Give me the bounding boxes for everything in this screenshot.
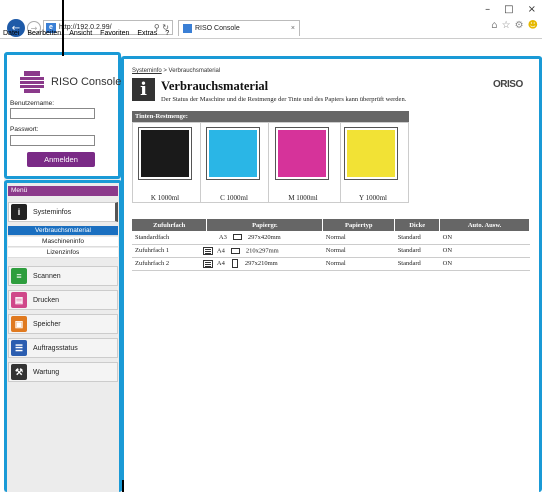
- paper-thickness: Standard: [394, 244, 440, 258]
- header-papiergr: Papiergr.: [206, 219, 324, 231]
- auto-select: ON: [439, 231, 530, 245]
- paper-type: Normal: [322, 231, 395, 245]
- table-row: Zufuhrfach 1 A4 210x297mm Normal Standard ON: [132, 244, 530, 258]
- ink-label-y: Y 1000ml: [359, 194, 387, 202]
- auto-select: ON: [439, 244, 530, 258]
- smiley-icon[interactable]: ☻: [528, 20, 538, 31]
- paper-type: Normal: [322, 244, 395, 258]
- star-icon[interactable]: ☆: [502, 20, 511, 31]
- logo-text: RISO Console: [51, 76, 122, 88]
- password-label: Passwort:: [10, 126, 39, 133]
- header-dicke: Dicke: [394, 219, 441, 231]
- window-controls: – □ ×: [485, 4, 536, 15]
- breadcrumb-link[interactable]: Systeminfo: [132, 68, 162, 74]
- header-auto-ausw: Auto. Ausw.: [439, 219, 530, 231]
- gear-icon[interactable]: ⚙: [515, 20, 524, 31]
- tray-settings-icon[interactable]: [202, 259, 213, 268]
- menu-favoriten[interactable]: Favoriten: [100, 30, 129, 39]
- ink-label-k: K 1000ml: [150, 194, 180, 202]
- ink-header: Tinten-Restmenge:: [132, 111, 409, 122]
- menu-ansicht[interactable]: Ansicht: [69, 30, 92, 39]
- menu-bearbeiten[interactable]: Bearbeiten: [27, 30, 61, 39]
- tab-title: RISO Console: [195, 25, 240, 32]
- paper-orientation-icon: [231, 259, 238, 268]
- ink-swatch-k: [138, 127, 192, 180]
- paper-dims: 297x210mm: [244, 259, 278, 267]
- toolbar-icons: ⌂ ☆ ⚙ ☻: [491, 20, 538, 31]
- paper-type: Normal: [322, 257, 395, 271]
- riso-brand-logo: ORISO: [493, 79, 523, 90]
- paper-tray-table: Zufuhrfach Papiergr. Papiertyp Dicke Aut…: [132, 219, 530, 271]
- username-field[interactable]: [10, 108, 95, 119]
- tray-name-cell: Zufuhrfach 2: [132, 257, 207, 271]
- sidebar-highlight-frame: [4, 180, 122, 492]
- ink-swatch-m: [275, 127, 329, 180]
- ink-fill-k: [141, 130, 189, 177]
- username-label: Benutzername:: [10, 100, 55, 107]
- menu-extras[interactable]: Extras: [137, 30, 157, 39]
- header-zufuhrfach: Zufuhrfach: [132, 219, 208, 231]
- breadcrumb: Systeminfo > Verbrauchsmaterial: [132, 68, 220, 74]
- table-header-row: Zufuhrfach Papiergr. Papiertyp Dicke Aut…: [132, 219, 530, 231]
- tray-name-cell: Zufuhrfach 1: [132, 244, 207, 258]
- paper-dims: 297x420mm: [247, 233, 281, 241]
- paper-thickness: Standard: [394, 231, 440, 245]
- ink-label-m: M 1000ml: [288, 194, 318, 202]
- password-field[interactable]: [10, 135, 95, 146]
- paper-size-cell: A4 210x297mm: [202, 244, 323, 258]
- paper-size: A3: [218, 233, 227, 241]
- tray-name: Zufuhrfach 1: [135, 247, 170, 254]
- maximize-icon[interactable]: □: [504, 4, 513, 15]
- tray-settings-icon[interactable]: [202, 246, 213, 255]
- minimize-icon[interactable]: –: [485, 4, 490, 15]
- page-description: Der Status der Maschine und die Restmeng…: [161, 96, 407, 103]
- breadcrumb-separator: >: [161, 68, 169, 74]
- ink-label-c: C 1000ml: [220, 194, 248, 202]
- paper-size: A4: [216, 259, 225, 267]
- ink-fill-c: [209, 130, 257, 177]
- paper-thickness: Standard: [394, 257, 440, 271]
- menu-datei[interactable]: Datei: [3, 30, 19, 39]
- ink-divider: [340, 122, 341, 203]
- paper-orientation-icon: [230, 247, 240, 254]
- printer-icon: [20, 71, 44, 93]
- breadcrumb-current: Verbrauchsmaterial: [168, 68, 221, 74]
- login-button[interactable]: Anmelden: [27, 152, 95, 167]
- table-row: Standardfach A3 297x420mm Normal Standard ON: [132, 231, 530, 245]
- paper-dims: 210x297mm: [245, 246, 279, 254]
- tray-name: Standardfach: [135, 233, 170, 241]
- close-icon[interactable]: ×: [528, 4, 536, 15]
- info-title-icon: i: [132, 78, 155, 101]
- auto-select: ON: [439, 257, 530, 271]
- ink-swatch-c: [206, 127, 260, 180]
- table-row: Zufuhrfach 2 A4 297x210mm Normal Standard ON: [132, 257, 530, 271]
- paper-size-cell: A4 297x210mm: [202, 257, 323, 271]
- paper-size-cell: A3 297x420mm: [206, 231, 323, 245]
- tab-close-icon[interactable]: ×: [291, 25, 295, 32]
- paper-orientation-icon: [232, 234, 242, 241]
- tray-name: Zufuhrfach 2: [135, 260, 170, 267]
- callout-pointer: [122, 480, 124, 492]
- callout-pointer: [62, 0, 64, 56]
- header-papiertyp: Papiertyp: [322, 219, 396, 231]
- ink-fill-m: [278, 130, 326, 177]
- riso-console-logo: RISO Console: [18, 70, 121, 94]
- ink-fill-y: [347, 130, 395, 177]
- browser-tab[interactable]: RISO Console ×: [178, 20, 300, 36]
- page-title: Verbrauchsmaterial: [161, 79, 269, 93]
- ink-swatch-y: [344, 127, 398, 180]
- tray-name-cell: Standardfach: [132, 231, 207, 245]
- ink-divider: [200, 122, 201, 203]
- menu-help[interactable]: ?: [165, 30, 169, 39]
- home-icon[interactable]: ⌂: [491, 20, 497, 31]
- tab-favicon-icon: [183, 24, 192, 33]
- paper-size: A4: [216, 246, 225, 254]
- ink-divider: [268, 122, 269, 203]
- browser-menubar: Datei Bearbeiten Ansicht Favoriten Extra…: [0, 30, 169, 39]
